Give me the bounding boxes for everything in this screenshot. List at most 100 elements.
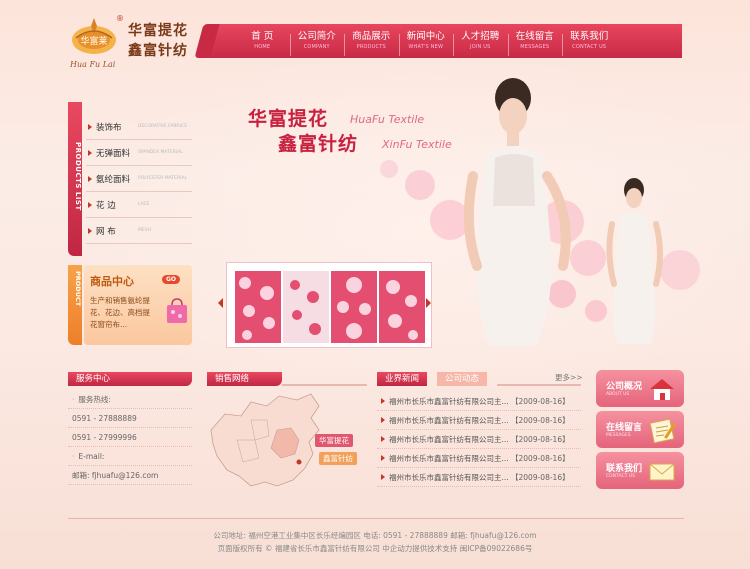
product-item-sublabel: LACE [138,201,150,207]
products-list-tab-label: PRODUCTS LIST [74,142,82,211]
tab-company-news[interactable]: 公司动态 [437,372,488,386]
product-item-lace[interactable]: 花 边 LACE [86,192,192,218]
news-item[interactable]: 福州市长乐市鑫富针纺有限公司主... 【2009-08-16】 [377,430,581,449]
product-center-tab: PRODUCT [68,265,82,345]
news-title: 福州市长乐市鑫富针纺有限公司主... [389,473,509,482]
news-date: 【2009-08-16】 [511,397,570,406]
product-item-sublabel: POLYESTER MATERIAL [138,175,188,181]
sales-network-title: 销售网络 [207,372,282,386]
fabric-swatch[interactable] [379,271,425,343]
service-phone-2: 0591 - 27999996 [68,428,192,447]
fabric-swatch[interactable] [283,271,329,343]
products-list-items: 装饰布 DECORATIVE FABRICS 无弹面料 SPANDEX MATERI… [86,114,192,244]
footer-address: 公司地址: 福州空港工业集中区长乐经编园区 电话: 0591 - 2788888… [213,531,537,540]
map-label-huafu[interactable]: 华富提花 [315,434,353,447]
news-title: 福州市长乐市鑫富针纺有限公司主... [389,435,509,444]
nav-contact[interactable]: 联系我们 CONTACT US [562,30,617,56]
service-phone-1: 0591 - 27888889 [68,409,192,428]
news-item[interactable]: 福州市长乐市鑫富针纺有限公司主... 【2009-08-16】 [377,468,581,487]
service-center-header: 服务中心 [68,372,192,386]
hero-title-2: 鑫富针纺 [278,133,359,155]
section-divider [497,384,581,386]
decor-bubble [380,160,398,178]
fabric-swatch[interactable] [235,271,281,343]
news-tabs: 业界新闻 公司动态 [377,372,581,386]
site-logo[interactable]: 华富莱 ® 华富提花 鑫富针纺 Hua Fu Lai [66,14,216,72]
product-item-sublabel: MESH [138,227,151,233]
product-center-go-button[interactable]: GO [162,275,181,284]
arrow-icon [88,201,92,208]
product-item-polyester[interactable]: 氨纶面料 POLYESTER MATERIAL [86,166,192,192]
nav-news[interactable]: 新闻中心 WHAT'S NEW [398,30,454,56]
product-center: PRODUCT 商品中心 GO 生产和销售氨纶提花、花边、高档提花窗帘布... [68,265,192,345]
hero-subtitle-2: XinFu Textile [382,138,452,151]
product-slider [218,260,438,350]
about-us-button[interactable]: 公司概况 ABOUT US [596,370,684,407]
product-center-tab-label: PRODUCT [74,271,82,307]
product-center-description: 生产和销售氨纶提花、花边、高档提花窗帘布... [90,296,150,329]
nav-label: 新闻中心 [406,31,445,42]
registered-mark: ® [116,14,124,23]
section-divider [282,384,367,386]
nav-jobs[interactable]: 人才招聘 JOIN US [453,30,508,56]
map-label-xinfu[interactable]: 鑫富针纺 [319,452,357,465]
nav-messages[interactable]: 在线留言 MESSAGES [507,30,563,56]
product-center-box[interactable]: 商品中心 GO 生产和销售氨纶提花、花边、高档提花窗帘布... [84,265,192,345]
news-more-link[interactable]: 更多>> [555,372,583,383]
news-date: 【2009-08-16】 [511,454,570,463]
slider-prev-arrow[interactable] [218,298,223,308]
fabric-swatch[interactable] [331,271,377,343]
service-email[interactable]: 邮箱: fjhuafu@126.com [68,466,192,485]
sales-network-header: 销售网络 [207,372,367,386]
nav-label: 首 页 [251,31,274,42]
news-date: 【2009-08-16】 [511,416,570,425]
arrow-icon [88,175,92,182]
product-item-sublabel: DECORATIVE FABRICS [138,123,187,129]
notepad-icon [649,418,676,444]
envelope-icon [649,463,675,481]
button-label: 联系我们 [606,464,643,474]
nav-sublabel: JOIN US [470,44,491,50]
tab-industry-news[interactable]: 业界新闻 [377,372,428,386]
product-item-mesh[interactable]: 网 布 MESH [86,218,192,244]
logo-title-1: 华富提花 [128,23,188,39]
model-image-small [606,178,663,344]
arrow-icon [88,149,92,156]
arrow-icon [88,227,92,234]
lace-pattern-icon [337,277,371,339]
product-item-label: 网 布 [96,226,116,237]
service-center-list: 服务热线: 0591 - 27888889 0591 - 27999996 E-… [68,390,192,485]
product-item-spandex[interactable]: 无弹面料 SPANDEX MATERIAL [86,140,192,166]
nav-company[interactable]: 公司简介 COMPANY [289,30,345,56]
nav-products[interactable]: 商品展示 PRODUCTS [344,30,399,56]
footer-copyright: 页面版权所有 © 福建省长乐市鑫富针纺有限公司 中企动力提供技术支持 闽ICP备… [217,544,533,553]
nav-sublabel: COMPANY [303,44,330,50]
product-item-decorative[interactable]: 装饰布 DECORATIVE FABRICS [86,114,192,140]
contact-us-button[interactable]: 联系我们 CONTACT US [596,452,684,489]
button-sublabel: ABOUT US [606,392,630,397]
decor-bubble [405,170,435,200]
news-title: 福州市长乐市鑫富针纺有限公司主... [389,416,509,425]
footer-divider [68,518,684,519]
product-item-sublabel: SPANDEX MATERIAL [138,149,183,155]
slider-frame [226,262,432,348]
nav-home[interactable]: 首 页 HOME [235,30,290,52]
service-center-title: 服务中心 [68,372,192,386]
nav-label: 公司简介 [297,31,336,42]
nav-sublabel: WHAT'S NEW [408,44,444,50]
slider-next-arrow[interactable] [426,298,431,308]
sales-network-map[interactable]: 华富提花 鑫富针纺 [207,390,367,490]
messages-button[interactable]: 在线留言 MESSAGES [596,411,684,448]
nav-label: 联系我们 [570,31,609,42]
nav-sublabel: CONTACT US [572,44,607,50]
news-item[interactable]: 福州市长乐市鑫富针纺有限公司主... 【2009-08-16】 [377,392,581,411]
products-list-tab: PRODUCTS LIST [68,102,82,256]
button-label: 在线留言 [606,423,643,433]
news-item[interactable]: 福州市长乐市鑫富针纺有限公司主... 【2009-08-16】 [377,449,581,468]
news-item[interactable]: 福州市长乐市鑫富针纺有限公司主... 【2009-08-16】 [377,411,581,430]
news-date: 【2009-08-16】 [511,473,570,482]
house-icon [650,379,674,400]
nav-label: 商品展示 [352,31,391,42]
news-list: 福州市长乐市鑫富针纺有限公司主... 【2009-08-16】 福州市长乐市鑫富针… [377,392,581,487]
service-hotline-label: 服务热线: [68,390,192,409]
